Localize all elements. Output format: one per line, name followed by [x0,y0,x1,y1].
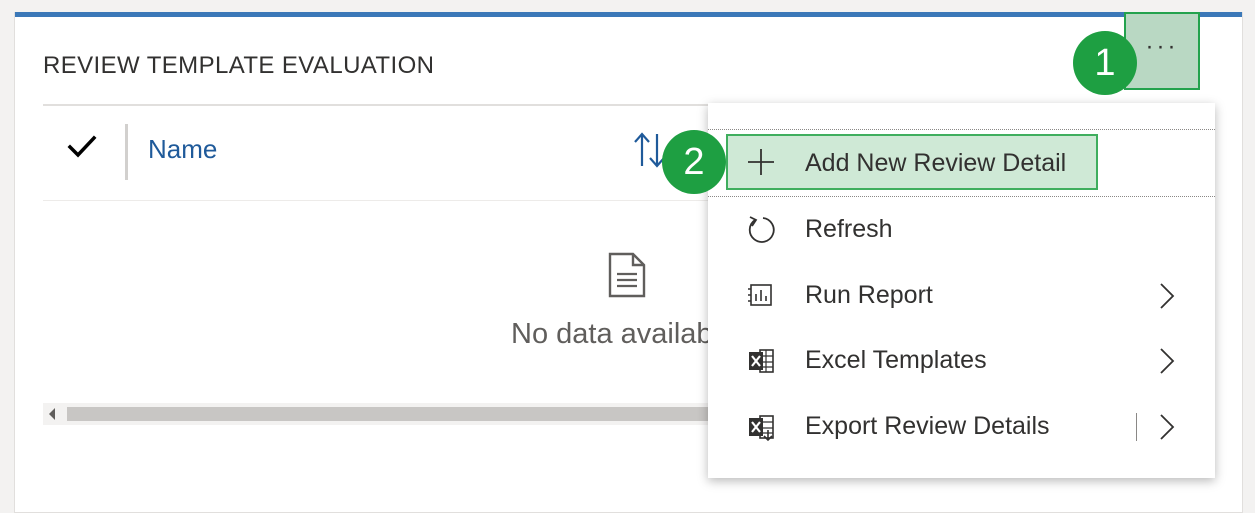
report-icon [748,284,772,306]
menu-item-label: Add New Review Detail [805,149,1067,177]
chevron-right-icon [1160,283,1175,309]
menu-item-run-report[interactable]: Run Report [708,264,1215,328]
section-title: REVIEW TEMPLATE EVALUATION [43,52,435,79]
horizontal-scrollbar[interactable] [43,403,723,425]
select-all-checkmark-icon[interactable] [67,132,97,162]
menu-item-excel-templates[interactable]: Excel Templates [708,329,1215,393]
excel-export-icon [749,415,774,442]
refresh-icon [748,216,775,243]
menu-item-add-new-review-detail[interactable]: Add New Review Detail [708,129,1215,197]
excel-icon [749,349,774,373]
menu-item-refresh[interactable]: Refresh [708,198,1215,262]
overflow-menu: Add New Review Detail Refresh Run Report… [708,103,1215,478]
document-icon [608,252,646,298]
empty-state-message: No data availab [511,318,713,350]
card-accent-bar [15,12,1242,17]
more-commands-button[interactable]: ··· [1124,12,1200,90]
split-button-divider [1136,413,1137,441]
menu-item-label: Refresh [805,215,893,243]
chevron-right-icon[interactable] [1158,413,1176,441]
more-commands-label: ··· [1145,33,1179,60]
chevron-right-icon [1160,348,1175,374]
column-header-name[interactable]: Name [148,134,217,165]
menu-item-label: Run Report [805,281,933,309]
scrollbar-thumb[interactable] [67,407,723,421]
menu-item-label: Excel Templates [805,346,987,374]
plus-icon [748,149,774,175]
menu-item-label: Export Review Details [805,412,1050,440]
grid-header: Name [43,106,717,201]
step-badge-1: 1 [1073,31,1137,95]
header-divider [125,124,128,180]
scroll-left-arrow-icon[interactable] [49,408,55,420]
step-badge-2: 2 [662,130,726,194]
menu-item-export-review-details[interactable]: Export Review Details [708,395,1215,459]
